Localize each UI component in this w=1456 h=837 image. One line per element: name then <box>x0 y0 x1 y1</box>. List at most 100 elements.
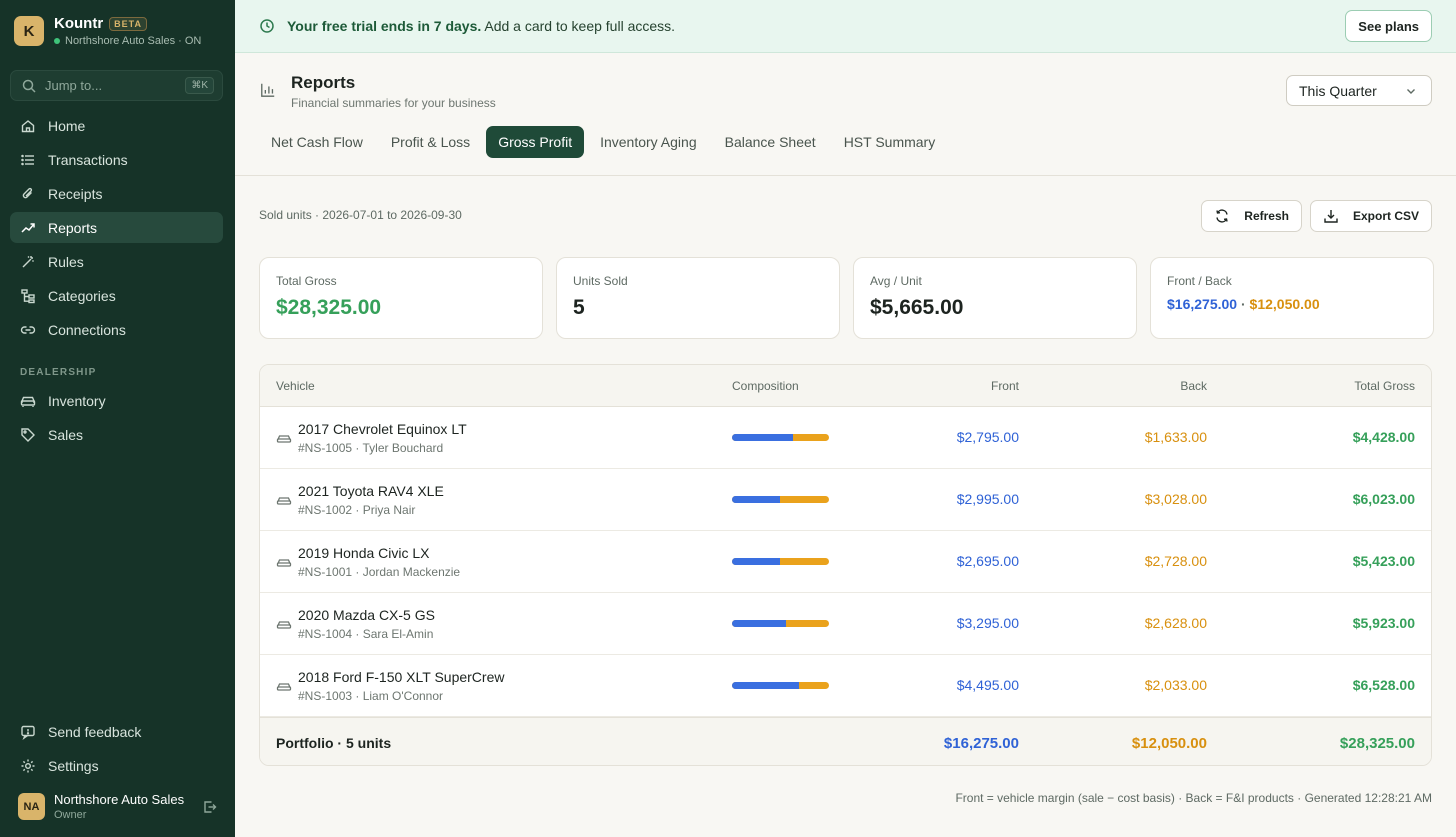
card-front-back: Front / Back $16,275.00 · $12,050.00 <box>1150 257 1434 339</box>
composition-bar-front <box>732 682 799 689</box>
report-footnote: Front = vehicle margin (sale − cost basi… <box>955 791 1432 805</box>
sidebar-item-label: Transactions <box>48 151 128 168</box>
sidebar-item-feedback[interactable]: Send feedback <box>10 716 223 747</box>
tab-hst-summary[interactable]: HST Summary <box>832 126 948 158</box>
card-label: Front / Back <box>1167 274 1232 288</box>
composition-bar-front <box>732 620 786 627</box>
portfolio-total: $28,325.00 <box>1339 735 1415 752</box>
trend-icon <box>20 220 36 236</box>
sidebar-item-home[interactable]: Home <box>10 110 223 141</box>
composition-bar <box>732 496 829 503</box>
export-csv-label: Export CSV <box>1352 209 1419 223</box>
back-value: $2,033.00 <box>1144 677 1207 693</box>
vehicle-sub: #NS-1002 · Priya Nair <box>298 503 416 517</box>
period-select[interactable]: This Quarter <box>1286 75 1432 106</box>
front-total: $16,275.00 <box>1167 296 1238 312</box>
export-csv-button[interactable]: Export CSV <box>1309 200 1432 232</box>
vehicle-name: 2019 Honda Civic LX <box>298 545 430 561</box>
tab-net-cash-flow[interactable]: Net Cash Flow <box>259 126 375 158</box>
composition-bar-front <box>732 496 781 503</box>
composition-bar <box>732 558 829 565</box>
front-value: $4,495.00 <box>956 677 1019 693</box>
table-footer: Portfolio · 5 units $16,275.00 $12,050.0… <box>260 717 1431 765</box>
sidebar-item-label: Home <box>48 117 86 134</box>
sidebar-item-rules[interactable]: Rules <box>10 246 223 277</box>
sidebar-item-label: Inventory <box>48 392 106 409</box>
see-plans-button[interactable]: See plans <box>1345 10 1432 42</box>
vehicle-sub: #NS-1003 · Liam O'Connor <box>298 689 444 703</box>
vehicle-name: 2017 Chevrolet Equinox LT <box>298 421 467 437</box>
tab-profit-loss[interactable]: Profit & Loss <box>379 126 482 158</box>
back-value: $3,028.00 <box>1144 491 1207 507</box>
vehicle-sub: #NS-1005 · Tyler Bouchard <box>298 441 444 455</box>
download-icon <box>1323 208 1339 224</box>
table-row[interactable]: 2018 Ford F-150 XLT SuperCrew #NS-1003 ·… <box>260 655 1431 717</box>
sidebar-item-reports[interactable]: Reports <box>10 212 223 243</box>
total-value: $4,428.00 <box>1352 429 1415 445</box>
sidebar-item-categories[interactable]: Categories <box>10 280 223 311</box>
total-value: $5,423.00 <box>1352 553 1415 569</box>
car-icon <box>276 430 292 446</box>
table-row[interactable]: 2021 Toyota RAV4 XLE #NS-1002 · Priya Na… <box>260 469 1431 531</box>
sidebar-item-inventory[interactable]: Inventory <box>10 385 223 416</box>
table-header: Vehicle Composition Front Back Total Gro… <box>260 365 1431 407</box>
card-value: 5 <box>573 296 585 319</box>
sidebar-item-label: Send feedback <box>48 723 142 740</box>
search-input[interactable]: Jump to... ⌘K <box>10 70 223 101</box>
vehicle-name: 2020 Mazda CX-5 GS <box>298 607 435 623</box>
composition-bar <box>732 682 829 689</box>
sidebar-item-label: Settings <box>48 757 99 774</box>
gross-profit-table: Vehicle Composition Front Back Total Gro… <box>259 364 1432 766</box>
tag-icon <box>20 427 36 443</box>
composition-bar <box>732 620 829 627</box>
back-value: $2,728.00 <box>1144 553 1207 569</box>
sidebar-item-transactions[interactable]: Transactions <box>10 144 223 175</box>
feedback-icon <box>20 724 36 740</box>
sidebar: K Kountr BETA Northshore Auto Sales · ON… <box>0 0 235 837</box>
sidebar-item-settings[interactable]: Settings <box>10 750 223 781</box>
refresh-label: Refresh <box>1244 209 1289 223</box>
summary-cards: Total Gross $28,325.00 Units Sold 5 Avg … <box>259 257 1434 339</box>
dealership-nav: Inventory Sales <box>10 385 223 453</box>
front-value: $2,795.00 <box>956 429 1019 445</box>
logout-icon[interactable] <box>202 799 218 815</box>
link-icon <box>20 322 36 338</box>
car-icon <box>276 554 292 570</box>
trial-banner-bold: Your free trial ends in 7 days. <box>287 18 482 34</box>
table-row[interactable]: 2020 Mazda CX-5 GS #NS-1004 · Sara El-Am… <box>260 593 1431 655</box>
card-value: $28,325.00 <box>276 296 382 319</box>
bottom-nav: Send feedback Settings <box>10 716 223 784</box>
card-units-sold: Units Sold 5 <box>556 257 840 339</box>
total-value: $5,923.00 <box>1352 615 1415 631</box>
sidebar-item-receipts[interactable]: Receipts <box>10 178 223 209</box>
tab-inventory-aging[interactable]: Inventory Aging <box>588 126 709 158</box>
sidebar-item-sales[interactable]: Sales <box>10 419 223 450</box>
refresh-button[interactable]: Refresh <box>1201 200 1302 232</box>
list-icon <box>20 152 36 168</box>
chevron-down-icon <box>1403 83 1419 99</box>
clock-icon <box>259 18 275 34</box>
brand[interactable]: K Kountr BETA Northshore Auto Sales · ON <box>14 15 201 47</box>
main-nav: Home Transactions Receipts Reports Rules… <box>10 110 223 348</box>
tab-balance-sheet[interactable]: Balance Sheet <box>713 126 828 158</box>
report-meta: Sold units · 2026-07-01 to 2026-09-30 <box>259 208 462 222</box>
refresh-icon <box>1214 208 1230 224</box>
sidebar-item-connections[interactable]: Connections <box>10 314 223 345</box>
tab-gross-profit[interactable]: Gross Profit <box>486 126 585 158</box>
home-icon <box>20 118 36 134</box>
vehicle-sub: #NS-1001 · Jordan Mackenzie <box>298 565 461 579</box>
user-menu[interactable]: NA Northshore Auto Sales Owner <box>18 792 218 821</box>
user-role: Owner <box>54 809 87 821</box>
gear-icon <box>20 758 36 774</box>
card-label: Total Gross <box>276 274 337 288</box>
page-subtitle: Financial summaries for your business <box>291 96 496 110</box>
section-label-dealership: DEALERSHIP <box>20 367 97 378</box>
trial-banner: Your free trial ends in 7 days. Add a ca… <box>235 0 1456 53</box>
vehicle-name: 2018 Ford F-150 XLT SuperCrew <box>298 669 505 685</box>
portfolio-front: $16,275.00 <box>943 735 1019 752</box>
table-row[interactable]: 2017 Chevrolet Equinox LT #NS-1005 · Tyl… <box>260 407 1431 469</box>
report-tabs: Net Cash Flow Profit & Loss Gross Profit… <box>259 126 951 158</box>
sidebar-item-label: Connections <box>48 321 126 338</box>
table-row[interactable]: 2019 Honda Civic LX #NS-1001 · Jordan Ma… <box>260 531 1431 593</box>
search-placeholder: Jump to... <box>45 78 103 93</box>
